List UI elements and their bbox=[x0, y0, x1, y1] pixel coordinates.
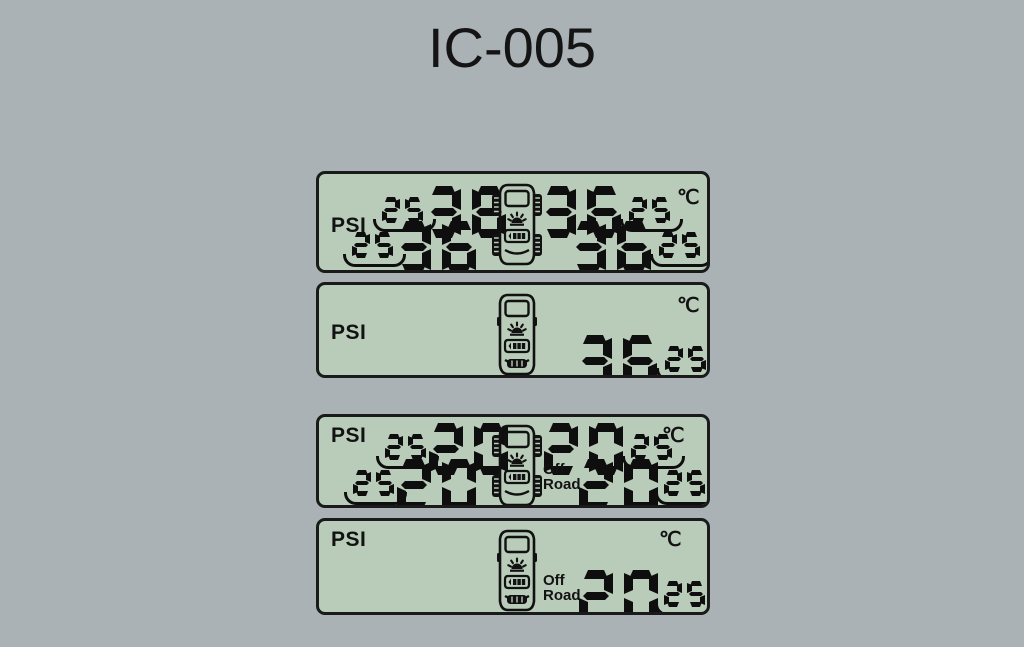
seven-segment-digit bbox=[579, 459, 613, 505]
seven-segment-digit bbox=[353, 470, 371, 496]
seven-segment-digit bbox=[664, 581, 682, 607]
seven-segment-digit bbox=[578, 335, 612, 375]
seven-segment-digit bbox=[682, 232, 700, 258]
lcd-panel-four-tire: PSI ℃ bbox=[316, 171, 710, 273]
pressure-rear-left bbox=[397, 221, 476, 270]
offroad-line-2: Road bbox=[543, 476, 581, 493]
page-title: IC-005 bbox=[427, 16, 597, 79]
seven-segment-digit bbox=[654, 434, 672, 460]
pressure-spare bbox=[578, 335, 657, 375]
seven-segment-digit bbox=[442, 221, 476, 270]
car-top-view-icon bbox=[491, 422, 543, 505]
lcd-panel-spare: PSI ℃ bbox=[316, 282, 710, 378]
seven-segment-digit bbox=[652, 197, 670, 223]
seven-segment-digit bbox=[665, 346, 683, 372]
psi-unit-label: PSI bbox=[331, 424, 367, 447]
seven-segment-digit bbox=[629, 197, 647, 223]
seven-segment-digit bbox=[405, 197, 423, 223]
celsius-unit-label: ℃ bbox=[677, 187, 700, 209]
seven-segment-digit bbox=[397, 221, 431, 270]
seven-segment-digit bbox=[572, 221, 606, 270]
seven-segment-digit bbox=[623, 335, 657, 375]
seven-segment-digit bbox=[352, 232, 370, 258]
offroad-line-1: Off bbox=[543, 572, 565, 589]
pressure-spare bbox=[579, 570, 658, 612]
seven-segment-digit bbox=[659, 232, 677, 258]
seven-segment-digit bbox=[385, 434, 403, 460]
seven-segment-digit bbox=[624, 459, 658, 505]
seven-segment-digit bbox=[442, 459, 476, 505]
seven-segment-digit bbox=[408, 434, 426, 460]
psi-unit-label: PSI bbox=[331, 321, 367, 344]
seven-segment-digit bbox=[688, 346, 706, 372]
seven-segment-digit bbox=[617, 221, 651, 270]
seven-segment-digit bbox=[542, 186, 576, 238]
offroad-line-1: Off bbox=[543, 461, 565, 478]
car-top-view-icon bbox=[491, 527, 543, 612]
offroad-indicator: Off Road bbox=[543, 573, 581, 603]
offroad-indicator: Off Road bbox=[543, 462, 581, 492]
seven-segment-digit bbox=[624, 570, 658, 612]
celsius-unit-label: ℃ bbox=[659, 529, 682, 551]
pressure-rear-right bbox=[579, 459, 658, 505]
seven-segment-digit bbox=[631, 434, 649, 460]
offroad-line-2: Road bbox=[543, 587, 581, 604]
psi-unit-label: PSI bbox=[331, 528, 367, 551]
car-top-view-icon bbox=[491, 181, 543, 270]
celsius-unit-label: ℃ bbox=[677, 295, 700, 317]
seven-segment-digit bbox=[382, 197, 400, 223]
seven-segment-digit bbox=[397, 459, 431, 505]
pressure-rear-right bbox=[572, 221, 651, 270]
seven-segment-digit bbox=[579, 570, 613, 612]
lcd-panel-group: PSI ℃ PSI ℃ PSI ℃ Off Road PSI ℃ Off Roa… bbox=[316, 171, 710, 615]
seven-segment-digit bbox=[375, 232, 393, 258]
car-top-view-icon bbox=[491, 291, 543, 375]
seven-segment-digit bbox=[687, 581, 705, 607]
lcd-panel-spare-offroad: PSI ℃ Off Road bbox=[316, 518, 710, 615]
seven-segment-digit bbox=[376, 470, 394, 496]
seven-segment-digit bbox=[687, 470, 705, 496]
pressure-rear-left bbox=[397, 459, 476, 505]
lcd-panel-four-tire-offroad: PSI ℃ Off Road bbox=[316, 414, 710, 508]
seven-segment-digit bbox=[664, 470, 682, 496]
